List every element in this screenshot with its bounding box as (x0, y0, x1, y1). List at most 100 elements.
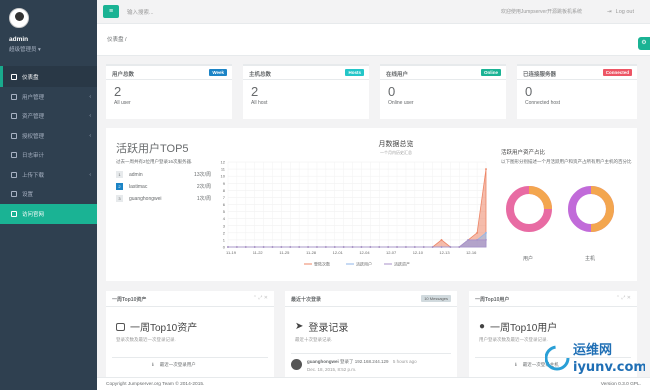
overview-panel: 活跃用户TOP5 过去一周共有2位用户登录16次服务器. 1 admin 13次/周… (106, 128, 637, 281)
y-tick-label: 4 (223, 216, 226, 221)
info-icon: ℹ (515, 361, 517, 367)
sidebar-item-website[interactable]: 访问官网 (0, 204, 97, 224)
profile: admin 超级管理员 ▾ (0, 0, 97, 66)
chevron-left-icon: ‹ (89, 93, 91, 100)
y-tick-label: 1 (223, 237, 226, 242)
panel-big-title: ➤ 登录记录 (295, 321, 349, 334)
data-point (413, 246, 416, 248)
data-point (485, 239, 487, 241)
stat-title: 主机总数 Hosts (243, 66, 369, 80)
search-input[interactable]: 输入搜索... (127, 8, 154, 16)
chart-subtitle: 一个月内历史汇总 (380, 150, 412, 155)
list-item[interactable]: 1 admin 13次/周 (116, 171, 211, 178)
user-icon: ● (479, 321, 486, 332)
panel-header: 最近十次登录 10 Messages (285, 291, 457, 307)
watermark-domain: iyunv.com (573, 360, 645, 375)
y-tick-label: 7 (223, 195, 226, 200)
data-point (253, 246, 256, 248)
panel-top-assets: 一周Top10资产 ⌃ ⤢ ✕ 一周Top10资产 登录次数及最近一次登录记录. … (106, 291, 274, 390)
top-active-title: 活跃用户TOP5 (116, 143, 189, 155)
pie-host-label: 主机 (585, 256, 596, 262)
status-badge: Hosts (345, 69, 364, 76)
gear-icon: ⚙ (641, 40, 647, 46)
stat-card-users: 用户总数 Week 2 All user (106, 64, 232, 119)
avatar[interactable] (9, 8, 29, 28)
data-point (307, 246, 309, 248)
y-tick-label: 11 (221, 167, 226, 172)
data-point (271, 246, 274, 248)
stat-card-connected: 已连接服务器 Connected 0 Connected host (517, 64, 637, 119)
data-point (360, 246, 363, 248)
logout-link[interactable]: ⇥ Log out (607, 9, 634, 15)
pie-title: 活跃用户资产占比 (501, 150, 546, 156)
stat-value: 0 (525, 84, 533, 99)
menu-toggle-button[interactable]: ≡ (103, 5, 119, 18)
stat-value: 0 (388, 84, 396, 99)
data-point (476, 231, 479, 234)
watermark-brand: 运维网 (573, 342, 612, 358)
data-point (262, 246, 265, 248)
x-tick-label: 12-07 (386, 250, 397, 255)
status-badge: Week (209, 69, 227, 76)
stat-label: All user (114, 100, 131, 106)
data-point (235, 246, 238, 248)
sidebar-item-users[interactable]: 用户管理 ‹ (0, 87, 97, 107)
user-icon (11, 93, 17, 100)
hamburger-icon: ≡ (108, 8, 114, 15)
data-point (467, 239, 470, 241)
avatar (291, 359, 302, 370)
gear-icon (11, 191, 17, 198)
stat-card-online: 在线用户 Online 0 Online user (380, 64, 506, 119)
upload-icon (11, 171, 17, 178)
y-tick-label: 9 (223, 181, 226, 186)
top-active-desc: 过去一周共有2位用户登录16次服务器. (116, 159, 193, 164)
list-item[interactable]: ℹ 最近一次登录用户 (112, 357, 268, 371)
watermark-logo: 运维网 iyunv.com (545, 342, 645, 375)
x-tick-label: 11-28 (306, 250, 317, 255)
login-entry[interactable]: guanghongwei 登录了 192.168.244.129 5 hours… (291, 353, 451, 372)
welcome-text: 欢迎使用Jumpserver开源跳板机系统 (500, 9, 582, 15)
profile-role[interactable]: 超级管理员 ▾ (9, 45, 97, 53)
data-point (396, 246, 398, 248)
sidebar-item-settings[interactable]: 设置 (0, 185, 97, 205)
stat-value: 2 (251, 84, 259, 99)
panel-sub: 登录次数及最近一次登录记录. (116, 337, 176, 342)
y-tick-label: 2 (223, 230, 226, 235)
stat-title: 已连接服务器 Connected (517, 66, 637, 80)
panel-header: 一周Top10资产 ⌃ ⤢ ✕ (106, 291, 274, 307)
server-icon (11, 113, 17, 120)
stat-value: 2 (114, 84, 122, 99)
list-item[interactable]: 2 lastimac 2次/周 (116, 183, 211, 190)
top-active-users: 活跃用户TOP5 过去一周共有2位用户登录16次服务器. 1 admin 13次/周… (116, 140, 211, 202)
lock-icon (11, 132, 17, 139)
panel-header: 一周Top10用户 ⌃ ⤢ ✕ (469, 291, 637, 307)
panel-tools[interactable]: ⌃ ⤢ ✕ (253, 295, 268, 301)
data-point (458, 246, 461, 248)
panel-tools[interactable]: ⌃ ⤢ ✕ (616, 295, 631, 301)
stat-label: Connected host (525, 100, 561, 106)
data-point (244, 246, 247, 248)
stat-card-hosts: 主机总数 Hosts 2 All host (243, 64, 369, 119)
legend-label: 活跃用户 (356, 261, 372, 267)
side-nav: 仪表盘 用户管理 ‹ 资产管理 ‹ 授权管理 ‹ 日志审计 上传下载 ‹ 设置 访问官网 (0, 66, 97, 224)
messages-badge: 10 Messages (421, 295, 451, 302)
y-tick-label: 8 (223, 188, 226, 193)
sidebar-item-transfer[interactable]: 上传下载 ‹ (0, 165, 97, 185)
profile-name[interactable]: admin (9, 36, 97, 43)
data-point (316, 246, 318, 248)
panel-big-title: 一周Top10资产 (106, 307, 274, 334)
settings-tab[interactable]: ⚙ (638, 37, 650, 50)
info-icon: ℹ (152, 361, 154, 367)
sidebar-item-dashboard[interactable]: 仪表盘 (0, 66, 97, 87)
list-item[interactable]: 3 guanghongwei 1次/周 (116, 195, 211, 202)
legend-label: 登陆次数 (314, 261, 330, 267)
sidebar-item-perms[interactable]: 授权管理 ‹ (0, 126, 97, 146)
sidebar-item-assets[interactable]: 资产管理 ‹ (0, 107, 97, 127)
sidebar-item-audit[interactable]: 日志审计 (0, 146, 97, 166)
x-tick-label: 12-04 (359, 250, 370, 255)
chevron-left-icon: ‹ (89, 171, 91, 178)
chart-title: 月数据总览 (378, 141, 414, 148)
data-point (387, 246, 390, 248)
sidebar: admin 超级管理员 ▾ 仪表盘 用户管理 ‹ 资产管理 ‹ 授权管理 ‹ 日志审计… (0, 0, 97, 390)
series-area (228, 169, 487, 248)
